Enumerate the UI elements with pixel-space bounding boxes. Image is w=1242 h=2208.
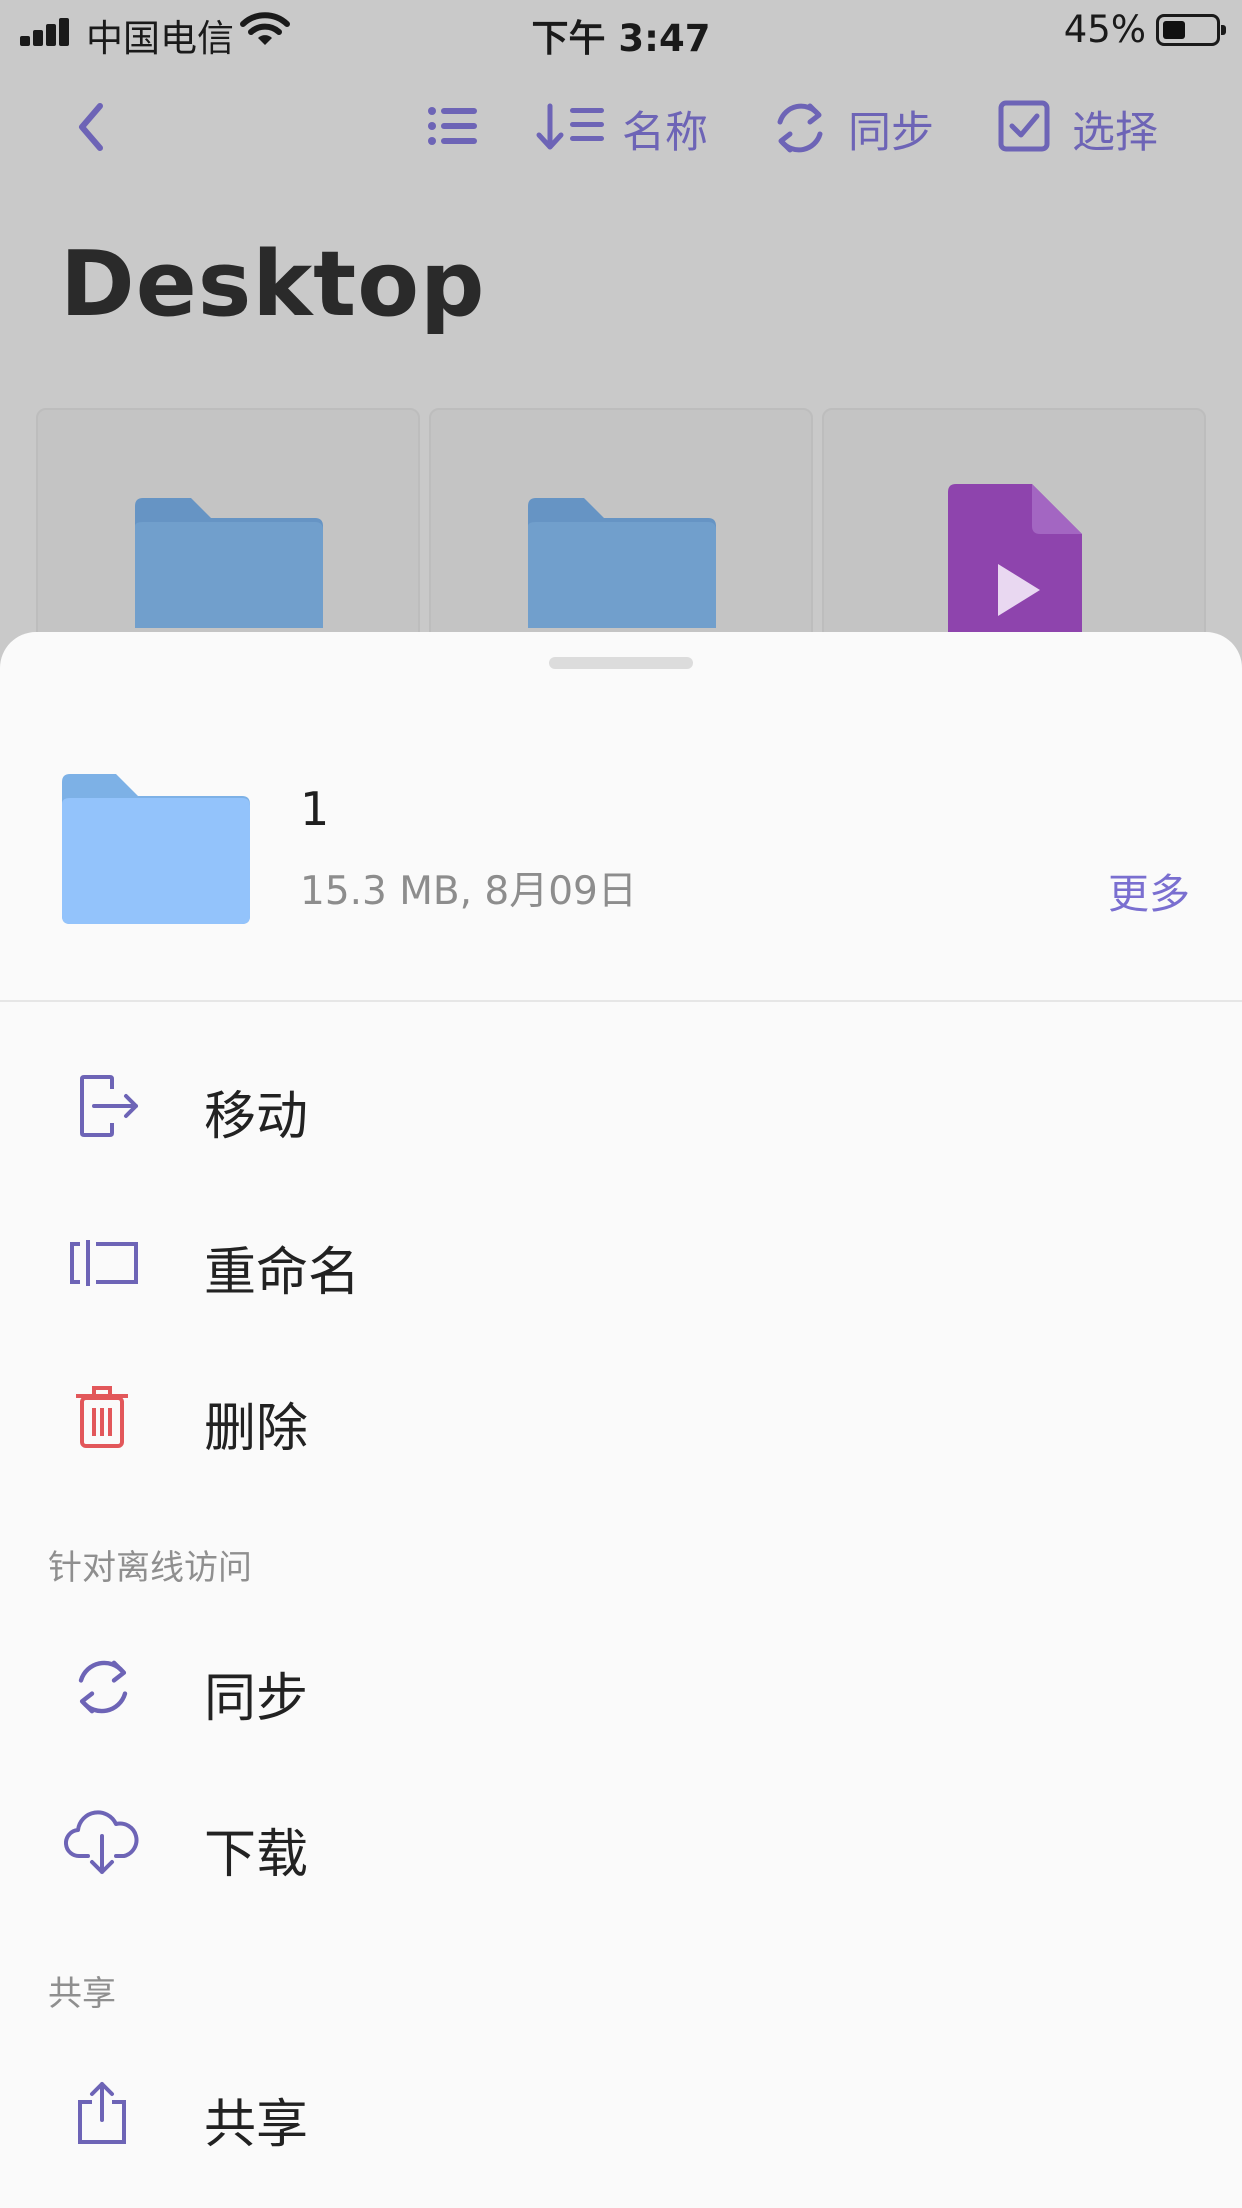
- delete-label: 删除: [204, 1399, 309, 1459]
- download-label: 下载: [204, 1825, 309, 1885]
- rename-label: 重命名: [204, 1243, 361, 1303]
- move-label: 移动: [204, 1087, 309, 1147]
- sync-icon: [777, 103, 823, 153]
- cloud-download-icon: [64, 1810, 139, 1874]
- folder-icon: [62, 774, 250, 924]
- folder-icon: [135, 498, 323, 628]
- trash-icon: [76, 1386, 128, 1448]
- rename-icon: [70, 1240, 138, 1286]
- sheet-drag-handle[interactable]: [549, 657, 693, 669]
- select-label: 选择: [1072, 108, 1158, 158]
- move-icon: [80, 1075, 138, 1137]
- sync-action[interactable]: 同步: [0, 1632, 1242, 1742]
- delete-action[interactable]: 删除: [0, 1362, 1242, 1472]
- folder-icon: [528, 498, 716, 628]
- list-view-icon[interactable]: [428, 106, 478, 146]
- offline-section-header: 针对离线访问: [48, 1548, 252, 1588]
- move-action[interactable]: 移动: [0, 1050, 1242, 1160]
- sync-label: 同步: [204, 1669, 309, 1729]
- checkbox-icon: [998, 100, 1050, 152]
- battery-icon: [1156, 14, 1226, 46]
- item-name: 1: [300, 782, 330, 836]
- page-title: Desktop: [60, 232, 486, 337]
- download-action[interactable]: 下载: [0, 1788, 1242, 1898]
- video-file-icon: [948, 484, 1082, 634]
- more-button[interactable]: 更多: [1108, 860, 1190, 920]
- status-bar: 中国电信 下午 3:47 45%: [0, 0, 1242, 60]
- battery-percent: 45%: [1063, 8, 1146, 51]
- status-time: 下午 3:47: [531, 17, 711, 60]
- item-meta: 15.3 MB, 8月09日: [300, 869, 637, 914]
- share-label: 共享: [204, 2095, 309, 2155]
- share-section-header: 共享: [48, 1974, 116, 2014]
- sync-icon: [78, 1660, 128, 1714]
- sync-label: 同步: [848, 108, 934, 158]
- sort-label: 名称: [622, 108, 708, 158]
- sort-icon: [536, 103, 604, 150]
- share-action[interactable]: 共享: [0, 2058, 1242, 2168]
- divider: [0, 1000, 1242, 1002]
- back-chevron-icon[interactable]: [74, 100, 108, 154]
- rename-action[interactable]: 重命名: [0, 1206, 1242, 1316]
- share-icon: [78, 2082, 126, 2144]
